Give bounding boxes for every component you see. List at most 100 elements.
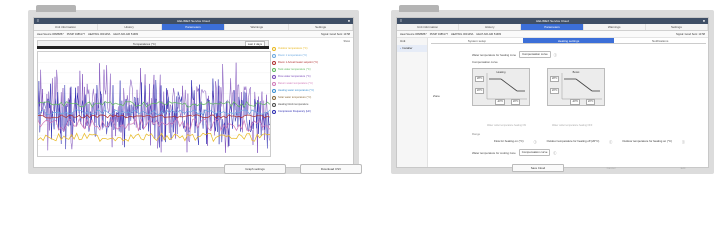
- title-bar: ≡ HELIMEX Service Cloud ●: [34, 18, 353, 24]
- max-water-input[interactable]: 28°C: [550, 76, 560, 82]
- panel-tab: [399, 5, 439, 12]
- device-tab[interactable]: Heat Source 06686857: [37, 33, 64, 36]
- download-csv-button[interactable]: Download CSV: [300, 164, 362, 174]
- legend-item[interactable]: Outdoor temperature (°C): [272, 45, 350, 52]
- legend-item[interactable]: Room 1 Actual heater setpoint (°C): [272, 59, 350, 66]
- legend-label: Heating water temperature (°C): [278, 89, 315, 92]
- legend-item[interactable]: Compressor Frequency (Hz): [272, 108, 350, 115]
- min-outdoor-input[interactable]: -20°C: [495, 99, 506, 105]
- signal-status: Signal: Good Sent: 13:58: [321, 32, 350, 36]
- cancel-button[interactable]: Cancel: [586, 165, 636, 171]
- tab-notifications[interactable]: Notifications: [614, 38, 707, 44]
- min-outdoor-input[interactable]: -20°C: [570, 99, 581, 105]
- max-outdoor-input[interactable]: 20°C: [511, 99, 521, 105]
- device-tab[interactable]: HEAT AIR-AIR 51683: [113, 33, 138, 36]
- device-tab[interactable]: HEAT AIR-AIR 51683: [476, 33, 501, 36]
- nav-settings[interactable]: Settings: [646, 24, 709, 30]
- signal-status: Signal: Good Sent: 13:58: [676, 32, 705, 36]
- info-icon[interactable]: ⓘ: [553, 151, 556, 155]
- device-tab[interactable]: PUMP 0486177: [67, 33, 85, 36]
- chart-legend: Show Outdoor temperature (°C) Room 1 temp…: [272, 40, 350, 115]
- water-temp2-row: Water temperature for cooling zone Compe…: [472, 149, 556, 156]
- sidebar-item-label: Installer: [402, 46, 413, 50]
- save-button[interactable]: Save Cloud: [512, 164, 564, 172]
- app-title: HELIMEX Service Cloud: [536, 19, 569, 23]
- range-section-label: Range: [472, 132, 481, 136]
- user-icon[interactable]: ●: [702, 19, 706, 23]
- menu-icon[interactable]: ≡: [36, 19, 40, 23]
- settings-sidebar: Unit › Installer: [397, 38, 428, 167]
- info-icon[interactable]: ⓘ: [534, 140, 537, 144]
- legend-label: Heating block temperature: [278, 103, 309, 106]
- nav-unit-information[interactable]: Unit information: [397, 24, 460, 30]
- nav-history[interactable]: History: [459, 24, 522, 30]
- settings-tabs: System setup Heating settings Notificati…: [431, 38, 707, 44]
- legend-label: Flow water temperature (°C): [278, 75, 311, 78]
- legend-item[interactable]: Return water temperature (°C): [272, 80, 350, 87]
- chevron-right-icon: ›: [400, 46, 401, 50]
- tab-system-setup[interactable]: System setup: [431, 38, 523, 44]
- device-tab[interactable]: PUMP 0486177: [430, 33, 448, 36]
- chart-plot-area: [37, 51, 271, 157]
- note-heating-on: Water outlet temperature heating ON: [487, 124, 527, 127]
- legend-toggle-icon[interactable]: [272, 102, 276, 107]
- form-actions: Save Cloud Cancel Edit: [512, 164, 708, 172]
- legend-toggle-icon[interactable]: [272, 53, 276, 58]
- outdoor-heating-off-field[interactable]: Outdoor temperature for heating off (20°…: [545, 139, 602, 144]
- legend-toggle-icon[interactable]: [272, 74, 276, 79]
- min-water-input[interactable]: 20°C: [550, 88, 560, 94]
- main-nav: Unit information History Parameters Warn…: [397, 24, 709, 31]
- legend-toggle-icon[interactable]: [272, 60, 276, 65]
- outdoor-heating-on-field[interactable]: Outdoor temperature for heating on (°C): [620, 139, 674, 144]
- curve-section-label: Compensation curve: [472, 60, 498, 64]
- water-temp-select[interactable]: Compensation curve: [519, 51, 551, 58]
- series-line: [38, 62, 270, 153]
- flow-heating-on-field[interactable]: Flow for heating on (°C): [492, 139, 526, 144]
- sidebar-item-installer[interactable]: › Installer: [397, 45, 427, 52]
- legend-toggle-icon[interactable]: [272, 46, 276, 51]
- edit-button[interactable]: Edit: [658, 165, 708, 171]
- legend-toggle-icon[interactable]: [272, 95, 276, 100]
- legend-label: Room 1 temperature (°C): [278, 54, 308, 57]
- legend-item[interactable]: Tank water temperature (°C): [272, 66, 350, 73]
- device-tab[interactable]: HEATING 003145A: [88, 33, 110, 36]
- legend-item[interactable]: Solar water temperature (°C): [272, 94, 350, 101]
- nav-unit-information[interactable]: Unit information: [34, 24, 98, 30]
- legend-label: Solar water temperature (°C): [278, 96, 312, 99]
- graph-settings-button[interactable]: Graph settings: [224, 164, 286, 174]
- max-outdoor-input[interactable]: 20°C: [586, 99, 596, 105]
- device-tab[interactable]: Heat Source 06686857: [400, 33, 427, 36]
- sidebar-item-unit[interactable]: Unit: [397, 38, 427, 45]
- nav-warnings[interactable]: Warnings: [225, 24, 290, 30]
- legend-item[interactable]: Room 1 temperature (°C): [272, 52, 350, 59]
- time-scrollbar[interactable]: [37, 46, 269, 49]
- nav-settings[interactable]: Settings: [289, 24, 353, 30]
- zone-label: Zone: [433, 94, 440, 98]
- legend-item[interactable]: Flow water temperature (°C): [272, 73, 350, 80]
- legend-item[interactable]: Heating block temperature: [272, 101, 350, 108]
- nav-history[interactable]: History: [98, 24, 162, 30]
- tab-heating-settings[interactable]: Heating settings: [522, 38, 615, 44]
- legend-toggle-icon[interactable]: [272, 109, 276, 114]
- water-temp2-select[interactable]: Compensation curve: [518, 149, 551, 156]
- legend-toggle-icon[interactable]: [272, 67, 276, 72]
- nav-warnings[interactable]: Warnings: [584, 24, 646, 30]
- device-tab[interactable]: HEATING 003145A: [451, 33, 473, 36]
- nav-parameters[interactable]: Parameters: [161, 24, 226, 30]
- info-icon[interactable]: ⓘ: [682, 140, 685, 144]
- device-bar: Heat Source 06686857 PUMP 0486177 HEATIN…: [34, 31, 353, 38]
- info-icon[interactable]: ⓘ: [554, 53, 557, 57]
- legend-label: Return water temperature (°C): [278, 82, 313, 85]
- menu-icon[interactable]: ≡: [399, 19, 403, 23]
- legend-label: Tank water temperature (°C): [278, 68, 311, 71]
- legend-toggle-icon[interactable]: [272, 88, 276, 93]
- info-icon[interactable]: ⓘ: [609, 140, 612, 144]
- nav-parameters[interactable]: Parameters: [521, 24, 584, 30]
- boost-curve-box: Boost 28°C 20°C -20°C 20°C: [547, 68, 605, 106]
- user-icon[interactable]: ●: [347, 19, 351, 23]
- legend-toggle-icon[interactable]: [272, 81, 276, 86]
- max-water-input[interactable]: 28°C: [475, 76, 485, 82]
- min-water-input[interactable]: 20°C: [475, 88, 485, 94]
- legend-label: Outdoor temperature (°C): [278, 47, 308, 50]
- legend-item[interactable]: Heating water temperature (°C): [272, 87, 350, 94]
